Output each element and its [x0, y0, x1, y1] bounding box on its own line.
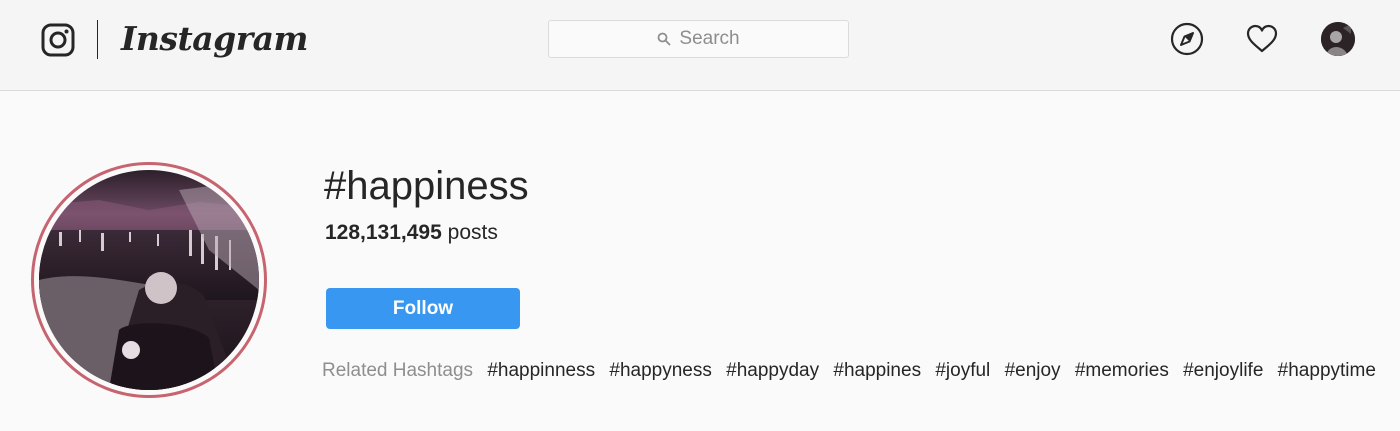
related-hashtag-link[interactable]: #enjoy	[1005, 360, 1061, 381]
user-avatar-image	[1321, 22, 1355, 56]
heart-icon[interactable]	[1245, 22, 1279, 56]
related-hashtag-link[interactable]: #happyday	[726, 360, 819, 381]
hashtag-top-post-image	[39, 170, 259, 390]
related-hashtag-link[interactable]: #happinness	[487, 360, 595, 381]
instagram-camera-icon[interactable]	[41, 23, 75, 57]
search-placeholder: Search	[679, 28, 740, 49]
search-input[interactable]: Search	[548, 20, 849, 58]
related-hashtag-link[interactable]: #enjoylife	[1183, 360, 1263, 381]
related-hashtag-link[interactable]: #joyful	[935, 360, 990, 381]
related-hashtag-link[interactable]: #happines	[833, 360, 921, 381]
hashtag-title: #happiness	[324, 164, 529, 208]
post-count-number: 128,131,495	[325, 221, 442, 244]
compass-icon[interactable]	[1170, 22, 1204, 56]
instagram-wordmark[interactable]: Instagram	[121, 17, 308, 61]
follow-button[interactable]: Follow	[326, 288, 520, 329]
logo-divider	[97, 20, 98, 59]
post-count-label: posts	[447, 221, 498, 244]
search-icon	[657, 32, 671, 46]
post-count: 128,131,495 posts	[325, 220, 498, 246]
top-nav-bar: Instagram Search	[0, 0, 1400, 91]
related-hashtag-link[interactable]: #memories	[1075, 360, 1169, 381]
related-hashtags: Related Hashtags #happinness #happyness …	[322, 358, 1385, 384]
related-hashtags-label: Related Hashtags	[322, 360, 474, 381]
related-hashtag-link[interactable]: #happytime	[1278, 360, 1376, 381]
related-hashtag-link[interactable]: #happyness	[609, 360, 711, 381]
user-avatar[interactable]	[1321, 22, 1355, 56]
